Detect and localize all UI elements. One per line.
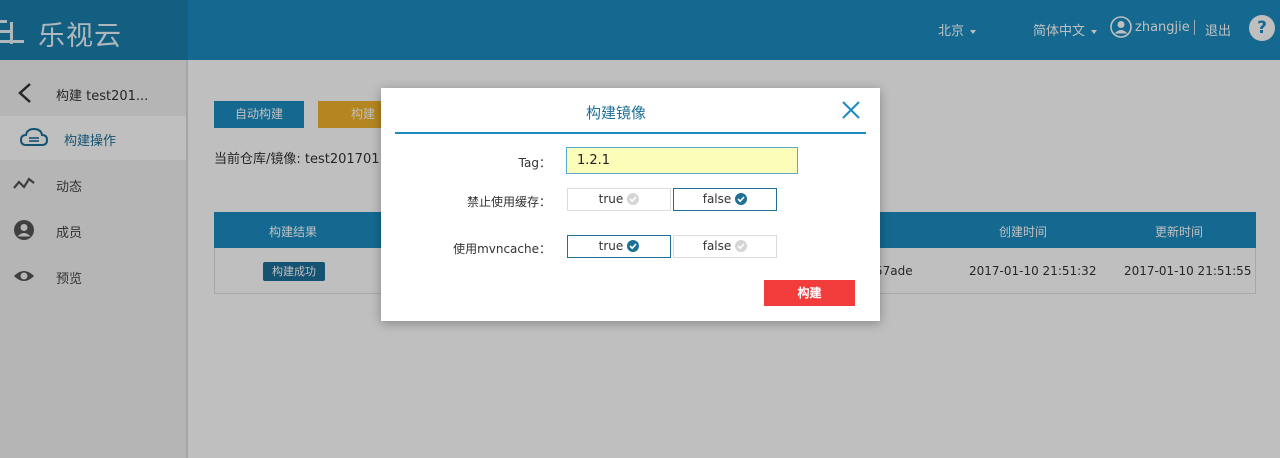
submit-build-button[interactable]: 构建 [764, 280, 855, 306]
mvncache-label: 使用mvncache： [453, 242, 551, 256]
tag-label: Tag： [518, 156, 551, 170]
no-cache-false-option[interactable]: false [673, 188, 777, 211]
tag-input[interactable] [566, 147, 798, 174]
build-image-dialog: 构建镜像 Tag： 禁止使用缓存： true false 使用mvncache：… [381, 88, 880, 321]
check-circle-icon [735, 193, 748, 205]
dialog-divider [395, 132, 866, 134]
option-label: true [598, 192, 624, 206]
close-icon[interactable] [840, 99, 862, 121]
dialog-title: 构建镜像 [585, 104, 646, 122]
no-cache-true-option[interactable]: true [567, 188, 671, 211]
check-circle-icon [627, 240, 640, 252]
no-cache-label: 禁止使用缓存： [466, 195, 551, 209]
mvncache-true-option[interactable]: true [567, 235, 671, 258]
option-label: false [702, 192, 732, 206]
check-circle-icon [735, 240, 748, 252]
option-label: true [598, 239, 624, 253]
check-circle-icon [627, 193, 640, 205]
mvncache-false-option[interactable]: false [673, 235, 777, 258]
option-label: false [702, 239, 732, 253]
